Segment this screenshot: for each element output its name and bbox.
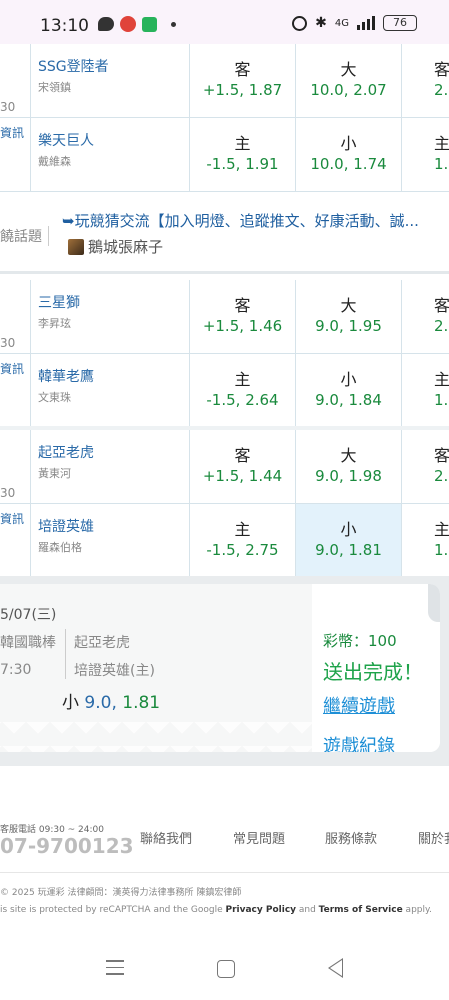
copyright: © 2025 玩運彩 法律顧問：漢英得力法律事務所 陳鎮宏律師 [0, 888, 242, 898]
system-nav-bar [0, 940, 449, 1000]
handicap-odds-cell[interactable]: 主 -1.5, 2.64 [189, 354, 295, 428]
game-block: 30 資訊 SSG登陸者 宋領鎮 客 +1.5, 1.87 大 10.0, 2.07… [0, 44, 449, 192]
terms-of-service-link[interactable]: Terms of Service [319, 905, 403, 915]
footer-link-terms[interactable]: 服務條款 [325, 828, 377, 847]
slip-away-team: 起亞老虎 [74, 635, 130, 651]
total-odds-cell[interactable]: 小 9.0, 1.84 [295, 354, 401, 428]
game-history-link[interactable]: 遊戲紀錄 [323, 732, 395, 752]
total-odds-cell[interactable]: 大 10.0, 2.07 [295, 44, 401, 118]
team-name[interactable]: 樂天巨人 [38, 130, 94, 150]
recent-apps-icon[interactable] [106, 960, 124, 980]
footer-link-about[interactable]: 關於我 [418, 828, 449, 847]
moneyline-odds-cell[interactable]: 客2.0 [401, 430, 449, 504]
pitcher-name: 羅森伯格 [38, 541, 82, 554]
avatar [68, 238, 84, 255]
table-row: 起亞老虎 黃東河 客+1.5, 1.44 大9.0, 1.98 客2.0 [0, 430, 449, 504]
team-name[interactable]: 三星獅 [38, 292, 80, 312]
table-row: 培證英雄 羅森伯格 主-1.5, 2.75 小9.0, 1.81 主1.7 [0, 504, 449, 578]
team-name[interactable]: 韓華老鷹 [38, 366, 94, 386]
game-block: 30 資訊 三星獅 李昇玹 客 +1.5, 1.46 大 9.0, 1.95 客 2.… [0, 280, 449, 428]
chat-topic-label: 饒話題 [0, 226, 49, 246]
pitcher-name: 黃東河 [38, 467, 71, 480]
footer-link-contact[interactable]: 聯絡我們 [140, 828, 192, 847]
bet-slip-container: 5/07(三) 韓國職棒 7:30 起亞老虎 培證英雄(主) 小 9.0, 1.… [0, 576, 449, 766]
chat-topic-banner[interactable]: 饒話題 ➥玩競猜交流【加入明燈、追蹤推文、好康活動、誠... 鵝城張麻子 [0, 196, 449, 274]
total-odds-cell[interactable]: 小 10.0, 1.74 [295, 118, 401, 192]
total-odds-cell-selected[interactable]: 小 9.0, 1.81 [295, 504, 401, 578]
coin-balance: 彩幣：100 [323, 632, 397, 650]
total-odds-cell[interactable]: 大 9.0, 1.95 [295, 280, 401, 354]
game-block: 30 資訊 起亞老虎 黃東河 客 +1.5, 1.44 大 9.0, 1.98 客2… [0, 430, 449, 578]
slip-close-tab[interactable] [428, 584, 440, 622]
alarm-icon [292, 15, 308, 31]
ticket-edge [0, 722, 312, 752]
recaptcha-notice: is site is protected by reCAPTCHA and th… [0, 905, 432, 915]
chat-notification-icon [98, 17, 114, 31]
moneyline-odds-cell[interactable]: 主1.4 [401, 118, 449, 192]
table-row: 樂天巨人 戴維森 主-1.5, 1.91 小10.0, 1.74 主1.4 [0, 118, 449, 192]
pitcher-name: 李昇玹 [38, 317, 71, 330]
bet-slip: 5/07(三) 韓國職棒 7:30 起亞老虎 培證英雄(主) 小 9.0, 1.… [0, 584, 440, 752]
slip-league: 韓國職棒 [0, 635, 56, 651]
slip-result-pane: 彩幣：100 送出完成！ 繼續遊戲 遊戲紀錄 [312, 584, 440, 752]
slip-date: 5/07(三) [0, 607, 57, 623]
slip-pick: 小 9.0, 1.81 [62, 693, 161, 713]
handicap-odds-cell[interactable]: 客 +1.5, 1.44 [189, 430, 295, 504]
more-notifications-icon [171, 21, 176, 27]
total-odds-cell[interactable]: 大 9.0, 1.98 [295, 430, 401, 504]
network-type-icon: 4G [334, 17, 349, 29]
handicap-odds-cell[interactable]: 主 -1.5, 1.91 [189, 118, 295, 192]
status-time: 13:10 [40, 16, 89, 36]
footer: 客服電話 09:30 ~ 24:00 07-9700123 聯絡我們 常見問題 … [0, 790, 449, 940]
moneyline-odds-cell[interactable]: 主1.7 [401, 504, 449, 578]
team-name[interactable]: 培證英雄 [38, 516, 94, 536]
slip-time: 7:30 [0, 662, 32, 678]
team-name[interactable]: 起亞老虎 [38, 442, 94, 462]
app-notification-icon [120, 16, 136, 32]
chat-topic-title[interactable]: ➥玩競猜交流【加入明燈、追蹤推文、好康活動、誠... [62, 210, 419, 231]
table-row: 三星獅 李昇玹 客+1.5, 1.46 大9.0, 1.95 客2.0 [0, 280, 449, 354]
service-phone[interactable]: 07-9700123 [0, 834, 134, 858]
continue-game-link[interactable]: 繼續遊戲 [323, 692, 395, 718]
bluetooth-icon: ✱ [315, 15, 327, 31]
handicap-odds-cell[interactable]: 客 +1.5, 1.87 [189, 44, 295, 118]
moneyline-odds-cell[interactable]: 客2.0 [401, 280, 449, 354]
divider [0, 872, 449, 873]
handicap-odds-cell[interactable]: 客 +1.5, 1.46 [189, 280, 295, 354]
footer-link-faq[interactable]: 常見問題 [233, 828, 285, 847]
pitcher-name: 宋領鎮 [38, 81, 71, 94]
back-icon[interactable] [328, 958, 343, 978]
divider [65, 629, 66, 679]
moneyline-odds-cell[interactable]: 客 2. [401, 44, 449, 118]
signal-icon [357, 16, 375, 30]
privacy-policy-link[interactable]: Privacy Policy [225, 905, 296, 915]
submit-success-message: 送出完成！ [323, 660, 423, 684]
upload-notification-icon [142, 16, 157, 32]
battery-icon: 76 [383, 15, 417, 31]
home-icon[interactable] [217, 960, 235, 978]
slip-home-team: 培證英雄(主) [74, 663, 155, 679]
table-row: 韓華老鷹 文東珠 主-1.5, 2.64 小9.0, 1.84 主1.7 [0, 354, 449, 428]
moneyline-odds-cell[interactable]: 主1.7 [401, 354, 449, 428]
pitcher-name: 文東珠 [38, 391, 71, 404]
handicap-odds-cell[interactable]: 主 -1.5, 2.75 [189, 504, 295, 578]
chat-author[interactable]: 鵝城張麻子 [88, 236, 163, 257]
table-row: SSG登陸者 宋領鎮 客 +1.5, 1.87 大 10.0, 2.07 客 2. [0, 44, 449, 118]
team-name[interactable]: SSG登陸者 [38, 56, 109, 76]
pitcher-name: 戴維森 [38, 155, 71, 168]
